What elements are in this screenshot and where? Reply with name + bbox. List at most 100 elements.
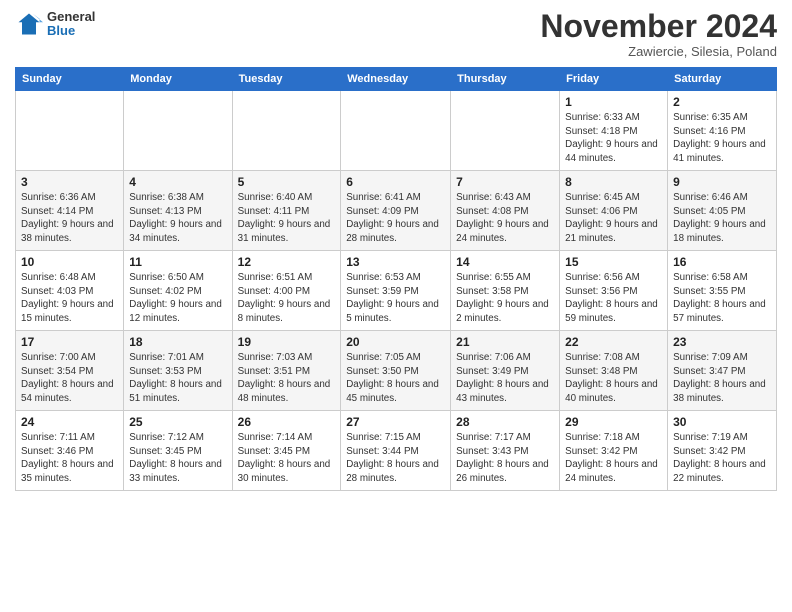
day-info-4-2: Sunrise: 7:14 AM Sunset: 3:45 PM Dayligh… — [238, 431, 336, 486]
day-info-3-1: Sunrise: 7:01 AM Sunset: 3:53 PM Dayligh… — [129, 351, 226, 406]
day-cell-1-3: 6Sunrise: 6:41 AM Sunset: 4:09 PM Daylig… — [341, 171, 451, 251]
week-row-0: 1Sunrise: 6:33 AM Sunset: 4:18 PM Daylig… — [16, 91, 777, 171]
col-sunday: Sunday — [16, 68, 124, 91]
day-cell-4-4: 28 Sunrise: 7:17 AM Sunset: 3:43 PM Dayli… — [451, 411, 560, 491]
day-info-2-1: Sunrise: 6:50 AM Sunset: 4:02 PM Dayligh… — [129, 271, 226, 326]
day-num-4-5: 29 — [565, 415, 662, 429]
day-info-2-2: Sunrise: 6:51 AM Sunset: 4:00 PM Dayligh… — [238, 271, 336, 326]
day-info-2-5: Sunrise: 6:56 AM Sunset: 3:56 PM Dayligh… — [565, 271, 662, 326]
day-info-1-3: Sunrise: 6:41 AM Sunset: 4:09 PM Dayligh… — [346, 191, 445, 246]
day-info-0-6: Sunrise: 6:35 AM Sunset: 4:16 PM Dayligh… — [673, 111, 771, 166]
day-cell-1-5: 8 Sunrise: 6:45 AM Sunset: 4:06 PM Daylig… — [560, 171, 668, 251]
day-info-0-5: Sunrise: 6:33 AM Sunset: 4:18 PM Dayligh… — [565, 111, 662, 166]
col-wednesday: Wednesday — [341, 68, 451, 91]
day-num-1-1: 4 — [129, 175, 226, 189]
col-thursday: Thursday — [451, 68, 560, 91]
day-cell-3-5: 22Sunrise: 7:08 AM Sunset: 3:48 PM Dayli… — [560, 331, 668, 411]
day-cell-3-2: 19 Sunrise: 7:03 AM Sunset: 3:51 PM Dayli… — [232, 331, 341, 411]
day-cell-4-3: 27 Sunrise: 7:15 AM Sunset: 3:44 PM Dayli… — [341, 411, 451, 491]
day-num-4-0: 24 — [21, 415, 118, 429]
day-info-1-4: Sunrise: 6:43 AM Sunset: 4:08 PM Dayligh… — [456, 191, 554, 246]
day-num-3-3: 20 — [346, 335, 445, 349]
day-cell-3-1: 18 Sunrise: 7:01 AM Sunset: 3:53 PM Dayli… — [124, 331, 232, 411]
col-friday: Friday — [560, 68, 668, 91]
day-num-3-5: 22 — [565, 335, 662, 349]
day-num-1-6: 9 — [673, 175, 771, 189]
day-info-2-4: Sunrise: 6:55 AM Sunset: 3:58 PM Dayligh… — [456, 271, 554, 326]
day-cell-0-1 — [124, 91, 232, 171]
day-num-3-4: 21 — [456, 335, 554, 349]
day-num-3-2: 19 — [238, 335, 336, 349]
day-num-3-0: 17 — [21, 335, 118, 349]
day-info-4-3: Sunrise: 7:15 AM Sunset: 3:44 PM Dayligh… — [346, 431, 445, 486]
day-cell-4-5: 29 Sunrise: 7:18 AM Sunset: 3:42 PM Dayli… — [560, 411, 668, 491]
day-cell-2-0: 10 Sunrise: 6:48 AM Sunset: 4:03 PM Dayli… — [16, 251, 124, 331]
day-info-4-4: Sunrise: 7:17 AM Sunset: 3:43 PM Dayligh… — [456, 431, 554, 486]
day-num-1-5: 8 — [565, 175, 662, 189]
day-cell-4-0: 24 Sunrise: 7:11 AM Sunset: 3:46 PM Dayli… — [16, 411, 124, 491]
week-row-1: 3Sunrise: 6:36 AM Sunset: 4:14 PM Daylig… — [16, 171, 777, 251]
calendar: Sunday Monday Tuesday Wednesday Thursday… — [15, 67, 777, 491]
day-info-3-3: Sunrise: 7:05 AM Sunset: 3:50 PM Dayligh… — [346, 351, 445, 406]
day-num-4-6: 30 — [673, 415, 771, 429]
day-cell-4-1: 25Sunrise: 7:12 AM Sunset: 3:45 PM Dayli… — [124, 411, 232, 491]
day-cell-0-4 — [451, 91, 560, 171]
day-cell-0-3 — [341, 91, 451, 171]
logo-general: General — [47, 10, 95, 24]
day-num-4-4: 28 — [456, 415, 554, 429]
day-cell-2-6: 16Sunrise: 6:58 AM Sunset: 3:55 PM Dayli… — [668, 251, 777, 331]
day-num-3-1: 18 — [129, 335, 226, 349]
day-cell-1-4: 7Sunrise: 6:43 AM Sunset: 4:08 PM Daylig… — [451, 171, 560, 251]
day-num-2-2: 12 — [238, 255, 336, 269]
day-info-3-2: Sunrise: 7:03 AM Sunset: 3:51 PM Dayligh… — [238, 351, 336, 406]
day-num-4-2: 26 — [238, 415, 336, 429]
day-cell-1-0: 3Sunrise: 6:36 AM Sunset: 4:14 PM Daylig… — [16, 171, 124, 251]
week-row-4: 24 Sunrise: 7:11 AM Sunset: 3:46 PM Dayli… — [16, 411, 777, 491]
day-info-4-0: Sunrise: 7:11 AM Sunset: 3:46 PM Dayligh… — [21, 431, 118, 486]
location: Zawiercie, Silesia, Poland — [540, 44, 777, 59]
day-cell-0-0 — [16, 91, 124, 171]
day-num-1-0: 3 — [21, 175, 118, 189]
day-info-1-5: Sunrise: 6:45 AM Sunset: 4:06 PM Dayligh… — [565, 191, 662, 246]
day-num-4-3: 27 — [346, 415, 445, 429]
day-info-1-1: Sunrise: 6:38 AM Sunset: 4:13 PM Dayligh… — [129, 191, 226, 246]
day-cell-3-0: 17 Sunrise: 7:00 AM Sunset: 3:54 PM Dayli… — [16, 331, 124, 411]
day-num-0-6: 2 — [673, 95, 771, 109]
day-cell-2-3: 13 Sunrise: 6:53 AM Sunset: 3:59 PM Dayli… — [341, 251, 451, 331]
calendar-body: 1Sunrise: 6:33 AM Sunset: 4:18 PM Daylig… — [16, 91, 777, 491]
header: General Blue November 2024 Zawiercie, Si… — [15, 10, 777, 59]
calendar-header-row: Sunday Monday Tuesday Wednesday Thursday… — [16, 68, 777, 91]
page: General Blue November 2024 Zawiercie, Si… — [0, 0, 792, 612]
month-title: November 2024 — [540, 10, 777, 42]
day-cell-4-2: 26 Sunrise: 7:14 AM Sunset: 3:45 PM Dayli… — [232, 411, 341, 491]
day-cell-3-3: 20 Sunrise: 7:05 AM Sunset: 3:50 PM Dayli… — [341, 331, 451, 411]
day-info-2-3: Sunrise: 6:53 AM Sunset: 3:59 PM Dayligh… — [346, 271, 445, 326]
col-monday: Monday — [124, 68, 232, 91]
day-info-4-6: Sunrise: 7:19 AM Sunset: 3:42 PM Dayligh… — [673, 431, 771, 486]
day-info-3-0: Sunrise: 7:00 AM Sunset: 3:54 PM Dayligh… — [21, 351, 118, 406]
day-info-4-5: Sunrise: 7:18 AM Sunset: 3:42 PM Dayligh… — [565, 431, 662, 486]
day-num-4-1: 25 — [129, 415, 226, 429]
day-info-1-6: Sunrise: 6:46 AM Sunset: 4:05 PM Dayligh… — [673, 191, 771, 246]
day-cell-2-1: 11 Sunrise: 6:50 AM Sunset: 4:02 PM Dayli… — [124, 251, 232, 331]
day-info-2-0: Sunrise: 6:48 AM Sunset: 4:03 PM Dayligh… — [21, 271, 118, 326]
week-row-3: 17 Sunrise: 7:00 AM Sunset: 3:54 PM Dayli… — [16, 331, 777, 411]
day-cell-2-5: 15 Sunrise: 6:56 AM Sunset: 3:56 PM Dayli… — [560, 251, 668, 331]
day-num-2-3: 13 — [346, 255, 445, 269]
day-cell-2-2: 12 Sunrise: 6:51 AM Sunset: 4:00 PM Dayli… — [232, 251, 341, 331]
day-cell-2-4: 14Sunrise: 6:55 AM Sunset: 3:58 PM Dayli… — [451, 251, 560, 331]
day-cell-1-1: 4 Sunrise: 6:38 AM Sunset: 4:13 PM Daylig… — [124, 171, 232, 251]
logo-text: General Blue — [47, 10, 95, 39]
day-info-1-2: Sunrise: 6:40 AM Sunset: 4:11 PM Dayligh… — [238, 191, 336, 246]
day-num-2-6: 16 — [673, 255, 771, 269]
week-row-2: 10 Sunrise: 6:48 AM Sunset: 4:03 PM Dayli… — [16, 251, 777, 331]
col-saturday: Saturday — [668, 68, 777, 91]
day-info-3-6: Sunrise: 7:09 AM Sunset: 3:47 PM Dayligh… — [673, 351, 771, 406]
day-num-2-1: 11 — [129, 255, 226, 269]
logo-blue: Blue — [47, 24, 95, 38]
day-cell-3-6: 23Sunrise: 7:09 AM Sunset: 3:47 PM Dayli… — [668, 331, 777, 411]
day-cell-0-2 — [232, 91, 341, 171]
day-num-2-5: 15 — [565, 255, 662, 269]
day-cell-4-6: 30 Sunrise: 7:19 AM Sunset: 3:42 PM Dayli… — [668, 411, 777, 491]
day-num-2-0: 10 — [21, 255, 118, 269]
